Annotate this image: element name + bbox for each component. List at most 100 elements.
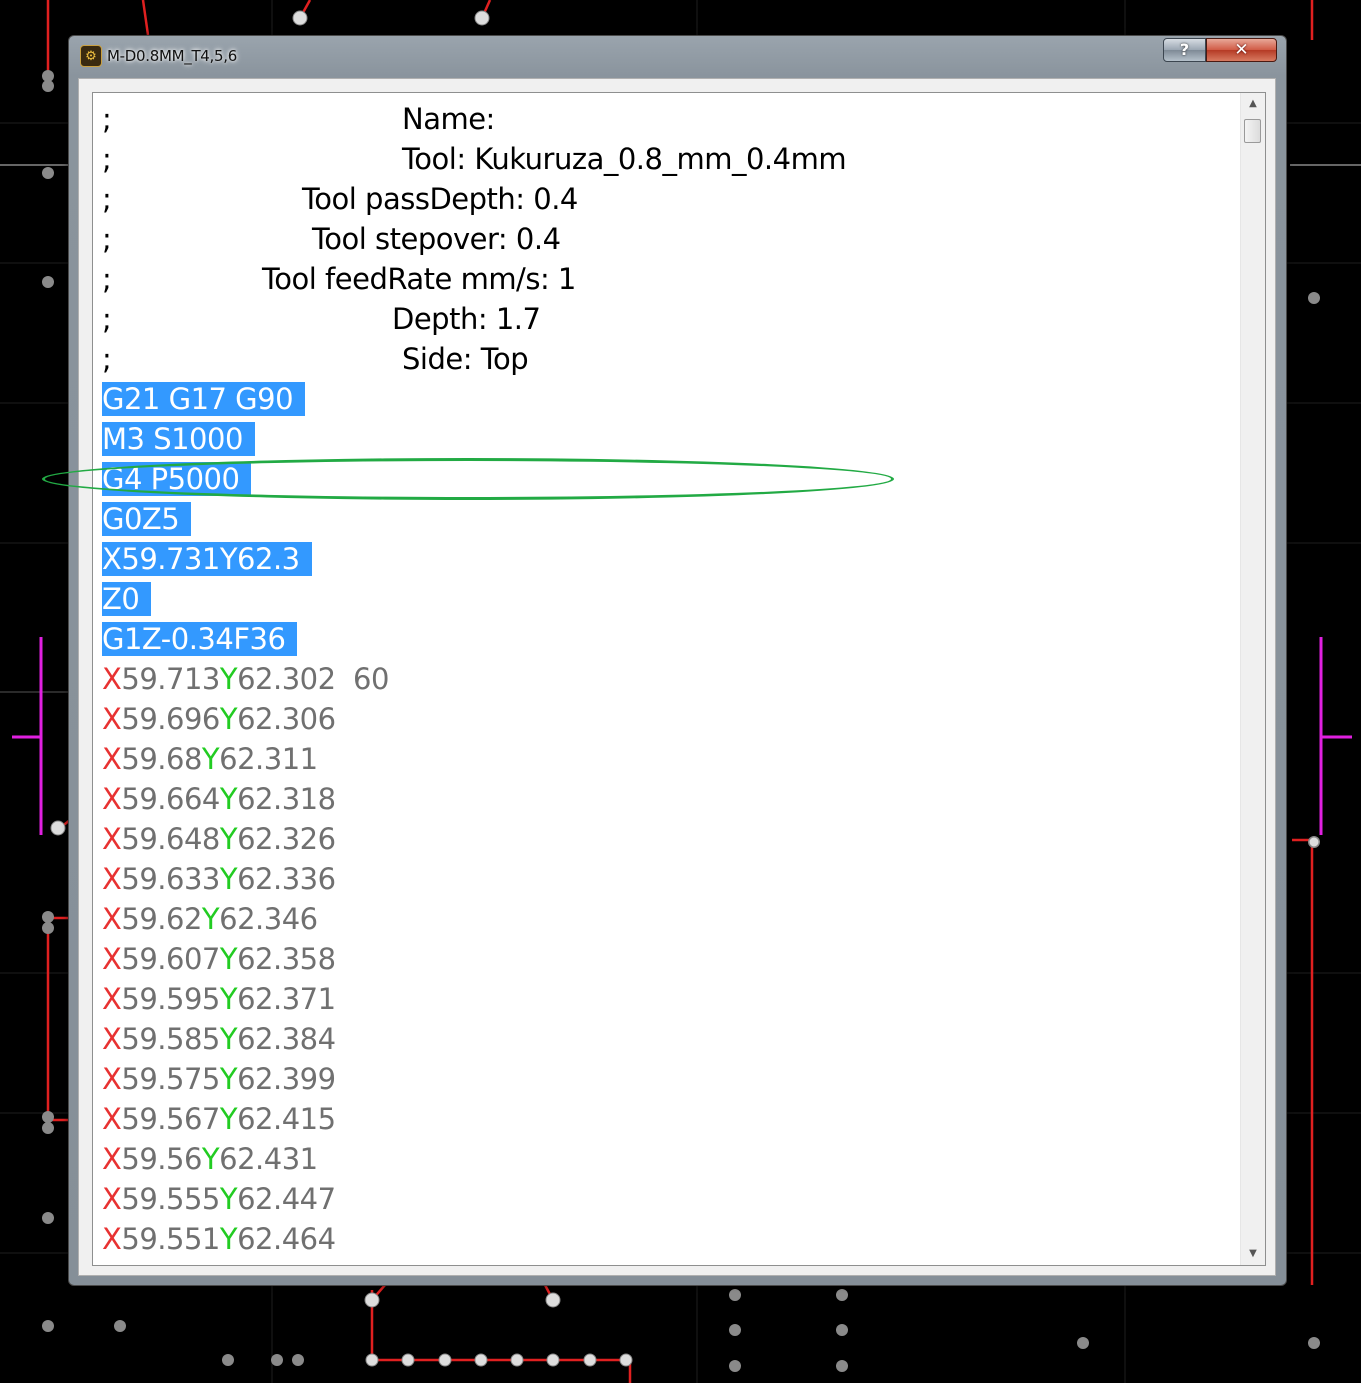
- y-value: 62.384: [237, 1022, 336, 1056]
- coordinate-line: X59.633Y62.336: [102, 862, 1242, 902]
- comment-line: ; Side: Top: [102, 342, 1242, 382]
- x-value: 59.62: [121, 902, 202, 936]
- x-value: 59.696: [121, 702, 220, 736]
- title-bar[interactable]: ⚙ M-D0.8MM_T4,5,6 ? ✕: [69, 36, 1286, 76]
- comment-text: Tool feedRate mm/s: 1: [262, 262, 576, 296]
- x-letter: X: [102, 902, 122, 936]
- comment-text: Name:: [402, 102, 495, 136]
- x-letter: X: [102, 702, 122, 736]
- x-letter: X: [102, 1022, 122, 1056]
- window-client-area: ; Name: ; Tool: Kukuruza_0.8_mm_0.4mm ; Too…: [78, 78, 1276, 1276]
- x-letter: X: [102, 1142, 122, 1176]
- comment-text: Side: Top: [402, 342, 529, 376]
- y-letter: Y: [201, 1142, 220, 1176]
- comment-text: Depth: 1.7: [392, 302, 541, 336]
- selected-text: M3 S1000: [102, 422, 255, 456]
- selected-text: G21 G17 G90: [102, 382, 306, 416]
- x-letter: X: [102, 782, 122, 816]
- coordinate-line: X59.56Y62.431: [102, 1142, 1242, 1182]
- y-letter: Y: [219, 862, 238, 896]
- comment-prefix: ;: [102, 222, 112, 256]
- y-value: 62.326: [237, 822, 336, 856]
- x-letter: X: [102, 1222, 122, 1256]
- y-letter: Y: [219, 1022, 238, 1056]
- y-value: 62.346: [219, 902, 318, 936]
- scroll-up-arrow-icon[interactable]: ▲: [1241, 93, 1265, 115]
- y-letter: Y: [201, 902, 220, 936]
- x-value: 59.585: [121, 1022, 220, 1056]
- y-letter: Y: [201, 742, 220, 776]
- selected-line: G4 P5000: [102, 462, 1242, 502]
- x-value: 59.567: [121, 1102, 220, 1136]
- x-letter: X: [102, 1102, 122, 1136]
- comment-prefix: ;: [102, 302, 112, 336]
- coordinate-line: X59.664Y62.318: [102, 782, 1242, 822]
- y-value: 62.371: [237, 982, 336, 1016]
- y-value: 62.464: [237, 1222, 336, 1256]
- comment-text: Tool passDepth: 0.4: [302, 182, 578, 216]
- selected-line: G1Z-0.34F36: [102, 622, 1242, 662]
- x-value: 59.595: [121, 982, 220, 1016]
- y-value: 62.306: [237, 702, 336, 736]
- y-letter: Y: [219, 1182, 238, 1216]
- y-value: 62.336: [237, 862, 336, 896]
- close-icon: ✕: [1234, 40, 1249, 60]
- comment-line: ; Tool: Kukuruza_0.8_mm_0.4mm: [102, 142, 1242, 182]
- comment-text: Tool stepover: 0.4: [312, 222, 561, 256]
- window-title: M-D0.8MM_T4,5,6: [107, 47, 237, 65]
- coordinate-line: X59.567Y62.415: [102, 1102, 1242, 1142]
- comment-line: ; Name:: [102, 102, 1242, 142]
- x-letter: X: [102, 862, 122, 896]
- x-value: 59.664: [121, 782, 220, 816]
- y-letter: Y: [219, 942, 238, 976]
- y-value: 62.399: [237, 1062, 336, 1096]
- coordinate-line: X59.551Y62.464: [102, 1222, 1242, 1262]
- x-letter: X: [102, 942, 122, 976]
- selected-line: Z0: [102, 582, 1242, 622]
- coordinate-line: X59.62Y62.346: [102, 902, 1242, 942]
- coordinate-line: X59.575Y62.399: [102, 1062, 1242, 1102]
- y-letter: Y: [219, 1062, 238, 1096]
- selected-line: M3 S1000: [102, 422, 1242, 462]
- scroll-down-arrow-icon[interactable]: ▼: [1241, 1243, 1265, 1265]
- x-value: 59.648: [121, 822, 220, 856]
- scrollbar-thumb[interactable]: [1244, 119, 1261, 143]
- x-value: 59.633: [121, 862, 220, 896]
- x-letter: X: [102, 982, 122, 1016]
- y-letter: Y: [219, 982, 238, 1016]
- extra-value: 60: [335, 662, 389, 696]
- selected-text: G1Z-0.34F36: [102, 622, 298, 656]
- selected-text: G4 P5000: [102, 462, 252, 496]
- y-value: 62.302: [237, 662, 336, 696]
- coordinate-lines: X59.713Y62.302 60 X59.696Y62.306 X59.68Y62…: [102, 662, 1242, 1262]
- x-value: 59.555: [121, 1182, 220, 1216]
- gcode-lines: ; Name: ; Tool: Kukuruza_0.8_mm_0.4mm ; Too…: [102, 102, 1242, 1262]
- y-letter: Y: [219, 662, 238, 696]
- coordinate-line: X59.68Y62.311: [102, 742, 1242, 782]
- coordinate-line: X59.713Y62.302 60: [102, 662, 1242, 702]
- comment-line: ; Tool feedRate mm/s: 1: [102, 262, 1242, 302]
- x-value: 59.68: [121, 742, 202, 776]
- y-letter: Y: [219, 702, 238, 736]
- app-icon: ⚙: [80, 45, 102, 67]
- coordinate-line: X59.648Y62.326: [102, 822, 1242, 862]
- comment-line: ; Tool passDepth: 0.4: [102, 182, 1242, 222]
- close-button[interactable]: ✕: [1206, 38, 1277, 62]
- y-value: 62.318: [237, 782, 336, 816]
- vertical-scrollbar[interactable]: ▲ ▼: [1240, 93, 1265, 1265]
- y-letter: Y: [219, 1102, 238, 1136]
- comment-prefix: ;: [102, 142, 112, 176]
- selected-line: G0Z5: [102, 502, 1242, 542]
- x-value: 59.713: [121, 662, 220, 696]
- comment-line: ; Depth: 1.7: [102, 302, 1242, 342]
- coordinate-line: X59.555Y62.447: [102, 1182, 1242, 1222]
- x-letter: X: [102, 742, 122, 776]
- coordinate-line: X59.595Y62.371: [102, 982, 1242, 1022]
- gcode-text-area[interactable]: ; Name: ; Tool: Kukuruza_0.8_mm_0.4mm ; Too…: [92, 92, 1266, 1266]
- help-button[interactable]: ?: [1163, 38, 1206, 62]
- coordinate-line: X59.585Y62.384: [102, 1022, 1242, 1062]
- comment-line: ; Tool stepover: 0.4: [102, 222, 1242, 262]
- y-letter: Y: [219, 782, 238, 816]
- coordinate-line: X59.696Y62.306: [102, 702, 1242, 742]
- selected-text: X59.731Y62.3: [102, 542, 312, 576]
